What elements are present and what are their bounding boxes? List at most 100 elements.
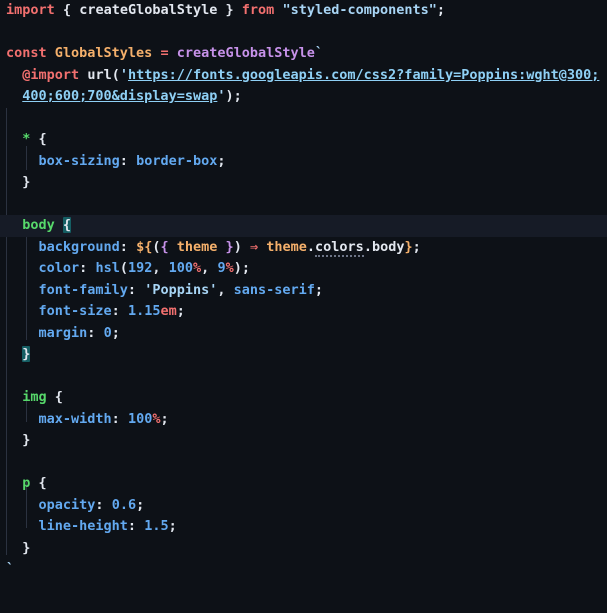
css-property-opacity: opacity: [38, 496, 96, 513]
dot: .: [363, 238, 372, 255]
css-value-margin: 0: [103, 324, 112, 341]
colon: :: [119, 152, 128, 169]
percent-unit: %: [193, 260, 202, 276]
css-url-function: url(: [87, 66, 120, 83]
code-line[interactable]: }: [0, 172, 607, 194]
css-property-box-sizing: box-sizing: [38, 152, 120, 169]
code-line[interactable]: font-size: 1.15em;: [0, 301, 607, 323]
brace-close: }: [22, 539, 31, 556]
css-property-line-height: line-height: [38, 518, 128, 534]
css-at-import: @import: [22, 66, 80, 83]
keyword-const: const: [6, 45, 47, 61]
paren-close: ): [233, 260, 242, 276]
css-function-hsl: hsl: [95, 260, 120, 276]
code-line[interactable]: }: [0, 344, 607, 366]
code-line-blank[interactable]: [0, 194, 607, 216]
semicolon: ;: [168, 518, 177, 534]
code-editor[interactable]: import { createGlobalStyle } from "style…: [0, 0, 607, 613]
code-line[interactable]: const GlobalStyles = createGlobalStyle`: [0, 43, 607, 65]
code-line-blank[interactable]: [0, 108, 607, 130]
destructure-brace-open: {: [160, 238, 169, 255]
hsl-saturation: 100: [168, 260, 194, 276]
code-line[interactable]: color: hsl(192, 100%, 9%);: [0, 258, 607, 280]
arrow-function-operator: ⇒: [249, 238, 259, 255]
colon: :: [95, 496, 104, 513]
code-line-blank[interactable]: [0, 22, 607, 44]
call-create-global-style: createGlobalStyle: [176, 45, 315, 61]
font-url-link[interactable]: https://fonts.googleapis.com/css2?family…: [128, 67, 599, 83]
code-line[interactable]: background: ${({ theme }) ⇒ theme.colors…: [0, 237, 607, 259]
colon: :: [127, 518, 137, 534]
semicolon: ;: [176, 303, 185, 319]
keyword-from: from: [241, 2, 275, 18]
code-line[interactable]: p {: [0, 473, 607, 495]
destructure-brace-close: }: [225, 238, 234, 255]
semicolon: ;: [217, 152, 226, 169]
css-property-max-width: max-width: [38, 410, 112, 427]
semicolon: ;: [412, 238, 421, 255]
em-unit: em: [160, 303, 177, 319]
code-line[interactable]: opacity: 0.6;: [0, 495, 607, 517]
string-styled-components: "styled-components": [282, 2, 437, 18]
semicolon: ;: [314, 281, 324, 298]
css-property-background: background: [38, 238, 120, 255]
css-property-margin: margin: [38, 324, 88, 341]
colon: :: [119, 238, 128, 255]
property-body: body: [371, 238, 405, 255]
css-value-poppins: 'Poppins': [144, 281, 218, 298]
css-value-line-height: 1.5: [144, 518, 169, 534]
css-value-opacity: 0.6: [111, 496, 137, 513]
backtick-open: `: [314, 45, 324, 61]
code-line[interactable]: * {: [0, 129, 607, 151]
semicolon: ;: [241, 260, 251, 276]
param-theme: theme: [176, 238, 218, 255]
hsl-hue: 192: [127, 260, 153, 276]
code-line-active[interactable]: body {: [0, 215, 607, 237]
css-selector-body: body: [22, 217, 55, 233]
property-colors-with-hint: colors: [315, 238, 364, 257]
url-close-paren: );: [225, 88, 242, 104]
colon: :: [111, 303, 120, 319]
css-value-border-box: border-box: [136, 152, 218, 169]
code-line[interactable]: margin: 0;: [0, 323, 607, 345]
brace-close: }: [22, 174, 31, 190]
template-interpolation-close: }: [404, 238, 413, 255]
code-line-blank[interactable]: [0, 452, 607, 474]
css-property-color: color: [38, 260, 80, 276]
css-value-sans-serif: sans-serif: [233, 281, 315, 298]
code-line-blank[interactable]: [0, 581, 607, 603]
css-selector-img: img: [22, 389, 47, 405]
css-value-max-width: 100: [127, 410, 153, 427]
code-content[interactable]: import { createGlobalStyle } from "style…: [0, 0, 607, 613]
identifier-global-styles: GlobalStyles: [54, 45, 153, 61]
code-line[interactable]: font-family: 'Poppins', sans-serif;: [0, 280, 607, 302]
code-line[interactable]: max-width: 100%;: [0, 409, 607, 431]
brace-close: }: [22, 432, 31, 448]
code-line-blank[interactable]: [0, 602, 607, 613]
code-line[interactable]: @import url('https://fonts.googleapis.co…: [0, 65, 607, 87]
code-line[interactable]: box-sizing: border-box;: [0, 151, 607, 173]
brace-open: {: [62, 2, 72, 18]
backtick-close: `: [6, 561, 15, 577]
code-line-blank[interactable]: [0, 366, 607, 388]
code-line-wrapped[interactable]: 400;600;700&display=swap');: [0, 86, 607, 108]
semicolon: ;: [111, 324, 120, 341]
quote-open: ': [119, 66, 128, 83]
dot: .: [306, 238, 316, 255]
code-line[interactable]: line-height: 1.5;: [0, 516, 607, 538]
code-line[interactable]: img {: [0, 387, 607, 409]
font-url-link-continued[interactable]: 400;600;700&display=swap: [22, 88, 217, 104]
code-line[interactable]: }: [0, 538, 607, 560]
code-line[interactable]: `: [0, 559, 607, 581]
code-line[interactable]: }: [0, 430, 607, 452]
semicolon: ;: [160, 410, 169, 427]
semicolon: ;: [436, 2, 446, 18]
code-line[interactable]: import { createGlobalStyle } from "style…: [0, 0, 607, 22]
identifier-create-global-style: createGlobalStyle: [79, 2, 218, 18]
css-value-font-size: 1.15: [127, 303, 161, 319]
comma: ,: [217, 281, 226, 298]
operator-equals: =: [160, 45, 169, 61]
css-property-font-family: font-family: [38, 281, 128, 298]
colon: :: [111, 410, 120, 427]
template-interpolation-open: ${: [136, 238, 153, 255]
